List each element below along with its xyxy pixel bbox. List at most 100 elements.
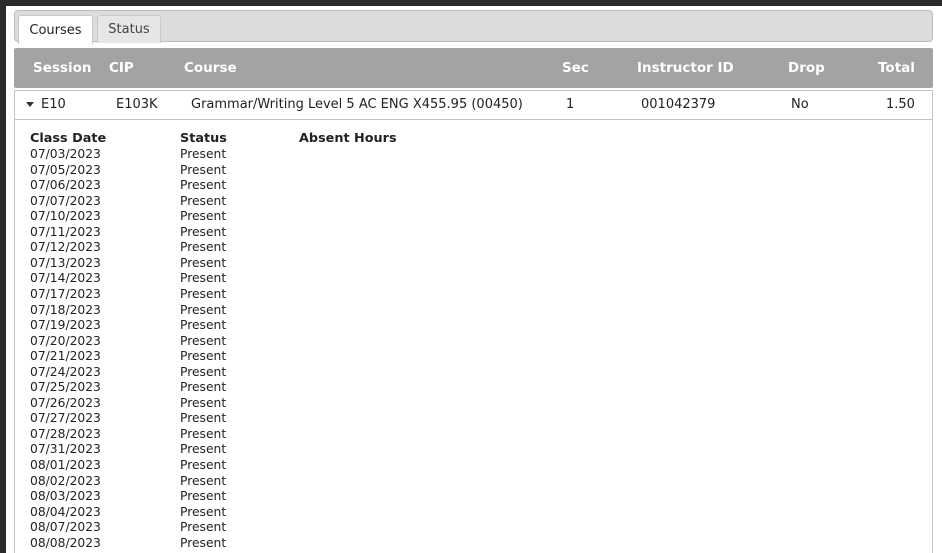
- attendance-date: 07/28/2023: [30, 426, 101, 441]
- attendance-date: 08/08/2023: [30, 535, 101, 550]
- attendance-row: 07/21/2023 Present: [15, 349, 932, 365]
- attendance-row: 07/19/2023 Present: [15, 318, 932, 334]
- attendance-status: Present: [180, 302, 227, 317]
- course-row[interactable]: E10 E103K Grammar/Writing Level 5 AC ENG…: [14, 90, 933, 120]
- attendance-status: Present: [180, 411, 227, 426]
- header-total[interactable]: Total: [878, 60, 915, 76]
- attendance-row: 07/11/2023 Present: [15, 225, 932, 241]
- attendance-row: 07/17/2023 Present: [15, 287, 932, 303]
- attendance-row: 07/10/2023 Present: [15, 209, 932, 225]
- attendance-status: Present: [180, 458, 227, 472]
- course-name: Grammar/Writing Level 5 AC ENG X455.95 (…: [191, 97, 523, 112]
- header-session[interactable]: Session: [33, 60, 91, 76]
- attendance-date: 07/12/2023: [30, 240, 101, 255]
- attendance-status: Present: [180, 286, 227, 301]
- attendance-status: Present: [180, 271, 227, 286]
- header-cip[interactable]: CIP: [109, 60, 134, 76]
- attendance-date: 07/17/2023: [30, 286, 101, 301]
- attendance-row: 07/05/2023 Present: [15, 163, 932, 179]
- attendance-status: Present: [180, 426, 227, 441]
- attendance-row: 08/08/2023 Present: [15, 536, 932, 552]
- attendance-date: 07/06/2023: [30, 178, 101, 193]
- header-sec[interactable]: Sec: [562, 60, 589, 76]
- attendance-row: 07/07/2023 Present: [15, 194, 932, 210]
- attendance-row: 07/25/2023 Present: [15, 380, 932, 396]
- attendance-status: Present: [180, 240, 227, 255]
- attendance-detail: Class Date Status Absent Hours 07/03/202…: [14, 120, 933, 553]
- attendance-row: 07/31/2023 Present: [15, 442, 932, 458]
- attendance-date: 07/26/2023: [30, 395, 101, 410]
- attendance-status: Present: [180, 380, 227, 395]
- attendance-date: 07/07/2023: [30, 193, 101, 208]
- attendance-date: 07/20/2023: [30, 333, 101, 348]
- attendance-status: Present: [180, 162, 227, 177]
- attendance-status: Present: [180, 178, 227, 193]
- header-instructor-id[interactable]: Instructor ID: [637, 60, 734, 76]
- caret-down-icon[interactable]: [26, 102, 34, 107]
- attendance-status: Present: [180, 442, 227, 457]
- attendance-row: 07/18/2023 Present: [15, 303, 932, 319]
- header-drop[interactable]: Drop: [788, 60, 825, 76]
- attendance-status: Present: [180, 193, 227, 208]
- header-course[interactable]: Course: [184, 60, 237, 76]
- attendance-date: 07/13/2023: [30, 255, 101, 270]
- attendance-date: 08/04/2023: [30, 504, 101, 519]
- attendance-status: Present: [180, 209, 227, 224]
- attendance-status: Present: [180, 535, 227, 550]
- attendance-row: 07/12/2023 Present: [15, 240, 932, 256]
- attendance-row: 07/24/2023 Present: [15, 365, 932, 381]
- attendance-date: 08/03/2023: [30, 489, 101, 504]
- attendance-row: 07/28/2023 Present: [15, 427, 932, 443]
- attendance-row: 07/06/2023 Present: [15, 178, 932, 194]
- attendance-date: 07/18/2023: [30, 302, 101, 317]
- courses-window: Courses Status Session CIP Course Sec In…: [6, 6, 942, 553]
- attendance-status: Present: [180, 489, 227, 504]
- course-drop: No: [791, 97, 809, 112]
- attendance-date: 07/21/2023: [30, 349, 101, 364]
- attendance-status: Present: [180, 364, 227, 379]
- attendance-date: 08/01/2023: [30, 458, 101, 472]
- attendance-header-status: Status: [180, 131, 227, 146]
- attendance-status: Present: [180, 333, 227, 348]
- attendance-status: Present: [180, 147, 227, 161]
- attendance-date: 07/25/2023: [30, 380, 101, 395]
- attendance-row: 07/13/2023 Present: [15, 256, 932, 272]
- attendance-date: 07/05/2023: [30, 162, 101, 177]
- attendance-row: 08/07/2023 Present: [15, 520, 932, 536]
- attendance-row: 08/03/2023 Present: [15, 489, 932, 505]
- course-total: 1.50: [886, 97, 915, 112]
- attendance-date: 07/31/2023: [30, 442, 101, 457]
- attendance-status: Present: [180, 504, 227, 519]
- attendance-row: 07/26/2023 Present: [15, 396, 932, 412]
- attendance-status: Present: [180, 520, 227, 535]
- course-table-header: Session CIP Course Sec Instructor ID Dro…: [14, 48, 933, 88]
- course-session: E10: [41, 97, 66, 112]
- attendance-date: 07/11/2023: [30, 224, 101, 239]
- attendance-date: 07/19/2023: [30, 318, 101, 333]
- attendance-status: Present: [180, 349, 227, 364]
- attendance-status: Present: [180, 318, 227, 333]
- attendance-status: Present: [180, 224, 227, 239]
- attendance-date: 07/14/2023: [30, 271, 101, 286]
- attendance-date: 07/24/2023: [30, 364, 101, 379]
- attendance-header-class-date: Class Date: [30, 131, 107, 146]
- tab-courses[interactable]: Courses: [18, 15, 93, 44]
- attendance-row: 08/02/2023 Present: [15, 474, 932, 490]
- attendance-row: 08/04/2023 Present: [15, 505, 932, 521]
- attendance-status: Present: [180, 473, 227, 488]
- tab-status[interactable]: Status: [97, 15, 161, 43]
- attendance-date: 07/10/2023: [30, 209, 101, 224]
- attendance-status: Present: [180, 395, 227, 410]
- attendance-row: 07/03/2023 Present: [15, 147, 932, 163]
- attendance-header-absent-hours: Absent Hours: [299, 131, 397, 146]
- course-sec: 1: [566, 97, 575, 112]
- attendance-row: 07/14/2023 Present: [15, 271, 932, 287]
- course-instructor-id: 001042379: [641, 97, 716, 112]
- attendance-row: 07/20/2023 Present: [15, 334, 932, 350]
- course-cip: E103K: [116, 97, 158, 112]
- attendance-date: 07/03/2023: [30, 147, 101, 161]
- tab-bar: Courses Status: [14, 10, 933, 44]
- attendance-date: 08/02/2023: [30, 473, 101, 488]
- attendance-status: Present: [180, 255, 227, 270]
- attendance-date: 07/27/2023: [30, 411, 101, 426]
